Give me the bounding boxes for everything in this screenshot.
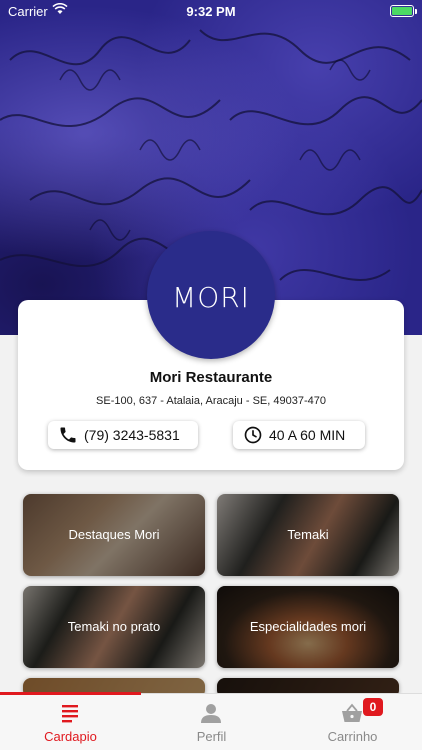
basket-icon <box>342 703 362 722</box>
category-label: Especialidades mori <box>249 618 367 634</box>
tab-label: Perfil <box>196 729 227 744</box>
tab-bar: Cardapio Perfil 0 Carrinho <box>0 692 422 750</box>
restaurant-logo: MORI <box>147 231 275 359</box>
tab-cardapio[interactable]: Cardapio <box>0 694 141 750</box>
tab-label: Cardapio <box>44 729 97 744</box>
phone-icon <box>60 427 76 443</box>
delivery-time: 40 A 60 MIN <box>269 427 346 443</box>
restaurant-address: SE-100, 637 - Atalaia, Aracaju - SE, 490… <box>96 395 326 407</box>
category-tile-especialidades[interactable]: Especialidades mori <box>217 586 399 668</box>
menu-list-icon <box>62 705 78 723</box>
tab-label: Carrinho <box>327 729 378 744</box>
category-label: Destaques Mori <box>68 526 160 542</box>
category-tile-destaques[interactable]: Destaques Mori <box>23 494 205 576</box>
delivery-time-button[interactable]: 40 A 60 MIN <box>233 421 365 449</box>
battery-icon <box>390 5 414 17</box>
clock: 9:32 PM <box>186 4 236 19</box>
status-bar: Carrier 9:32 PM <box>0 0 422 22</box>
phone-button[interactable]: (79) 3243-5831 <box>48 421 198 449</box>
tab-carrinho[interactable]: 0 Carrinho <box>282 694 422 750</box>
tab-perfil[interactable]: Perfil <box>141 694 282 750</box>
user-icon <box>201 704 221 723</box>
phone-number: (79) 3243-5831 <box>84 427 180 443</box>
category-label: Temaki <box>287 526 329 542</box>
category-label: Temaki no prato <box>67 618 161 634</box>
restaurant-name: Mori Restaurante <box>149 369 273 386</box>
logo-wordmark: MORI <box>172 281 250 314</box>
clock-icon <box>244 426 262 444</box>
category-tile-temaki[interactable]: Temaki <box>217 494 399 576</box>
cart-count-badge: 0 <box>363 698 383 716</box>
category-tile-temaki-no-prato[interactable]: Temaki no prato <box>23 586 205 668</box>
